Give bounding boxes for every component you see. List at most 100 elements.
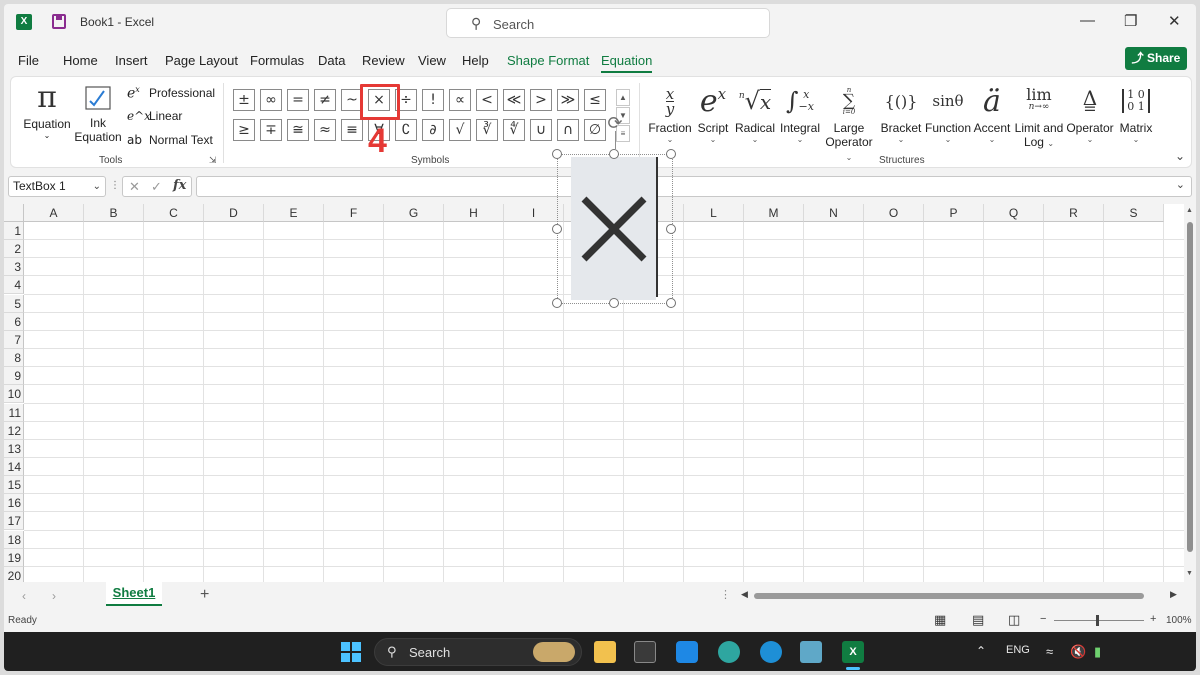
row-header[interactable]: 17 [4,512,24,531]
rotate-handle-icon[interactable]: ⟳ [605,113,625,133]
tab-view[interactable]: View [418,53,446,68]
add-sheet-icon[interactable]: + [200,586,209,604]
symbol-button[interactable]: = [287,89,309,111]
equation-button[interactable]: π Equation ⌄ [19,83,75,141]
column-header[interactable]: S [1104,204,1164,222]
search-box[interactable]: ⚲ Search [446,8,770,38]
column-header[interactable]: R [1044,204,1104,222]
prev-sheet-icon[interactable]: ‹ [22,589,26,603]
row-header[interactable]: 1 [4,222,24,240]
symbol-button[interactable]: ∪ [530,119,552,141]
tab-review[interactable]: Review [362,53,405,68]
page-break-view-icon[interactable]: ◫ [1008,612,1020,628]
next-sheet-icon[interactable]: › [52,589,56,603]
script-button[interactable]: ex Script ⌄ [693,81,733,145]
edge-icon[interactable] [718,641,740,663]
scroll-left-icon[interactable]: ◀ [741,589,748,600]
zoom-level[interactable]: 100% [1166,615,1192,626]
tab-data[interactable]: Data [318,53,345,68]
row-header[interactable]: 8 [4,349,24,368]
row-header[interactable]: 15 [4,476,24,495]
bracket-button[interactable]: {()} Bracket ⌄ [877,81,925,145]
symbol-button[interactable]: < [476,89,498,111]
language-indicator[interactable]: ENG [1006,644,1030,656]
splitter-icon[interactable]: ⋮ [720,588,731,601]
row-header[interactable]: 16 [4,494,24,513]
save-icon[interactable] [52,14,66,29]
maximize-icon[interactable]: ❐ [1124,12,1137,30]
row-header[interactable]: 19 [4,548,24,567]
row-header[interactable]: 12 [4,421,24,440]
scroll-right-icon[interactable]: ▶ [1170,589,1177,600]
symbol-button[interactable]: ∝ [449,89,471,111]
column-header[interactable]: H [444,204,504,222]
limit-and-log-button[interactable]: lim n→∞ Limit and Log ⌄ [1013,81,1065,150]
symbol-button[interactable]: ± [233,89,255,111]
zoom-slider-thumb[interactable] [1096,615,1099,626]
cancel-icon[interactable]: ✕ [129,179,140,195]
symbol-button[interactable]: ∁ [395,119,417,141]
row-header[interactable]: 4 [4,276,24,295]
share-button[interactable]: ⤴ Share [1125,47,1187,70]
expand-formula-icon[interactable]: ⌄ [1176,178,1185,191]
row-header[interactable]: 5 [4,294,24,313]
tab-insert[interactable]: Insert [115,53,148,68]
column-header[interactable]: E [264,204,324,222]
tab-equation[interactable]: Equation [601,53,653,73]
row-header[interactable]: 6 [4,312,24,331]
horizontal-scroll-thumb[interactable] [754,593,1144,599]
row-header[interactable]: 11 [4,403,24,422]
symbol-button[interactable]: ! [422,89,444,111]
terminal-icon[interactable] [634,641,656,663]
tab-page-layout[interactable]: Page Layout [165,53,238,68]
fraction-button[interactable]: xy Fraction ⌄ [647,81,693,144]
row-header[interactable]: 10 [4,385,24,404]
equation-textbox[interactable]: ⟳ [552,113,676,308]
radical-button[interactable]: n √ x Radical ⌄ [733,81,777,144]
operator-button[interactable]: Δ = Operator ⌄ [1065,81,1115,144]
function-button[interactable]: sinθ Function ⌄ [923,81,973,144]
symbol-button[interactable]: √ [449,119,471,141]
vertical-scroll-thumb[interactable] [1187,222,1193,552]
tab-home[interactable]: Home [63,53,98,68]
close-icon[interactable]: ✕ [1168,12,1181,30]
symbol-button[interactable]: ≪ [503,89,525,111]
symbol-button[interactable]: ≫ [557,89,579,111]
row-header[interactable]: 2 [4,240,24,259]
symbol-button[interactable]: ∅ [584,119,606,141]
sheet-tab-sheet1[interactable]: Sheet1 [106,582,162,606]
dialog-launcher-icon[interactable]: ⇲ [209,155,217,166]
symbol-button[interactable]: ≤ [584,89,606,111]
ink-equation-button[interactable]: Ink Equation [73,85,123,144]
scroll-up-icon[interactable]: ▲ [1186,207,1193,214]
column-header[interactable]: C [144,204,204,222]
symbol-button[interactable]: ≅ [287,119,309,141]
minimize-icon[interactable]: — [1080,12,1095,29]
scroll-down-icon[interactable]: ▼ [1186,570,1193,577]
column-header[interactable]: G [384,204,444,222]
gallery-up-icon[interactable]: ▲ [616,89,630,106]
resize-handle[interactable] [552,224,562,234]
resize-handle[interactable] [609,149,619,159]
symbol-button[interactable]: ≥ [233,119,255,141]
symbol-button[interactable]: ∓ [260,119,282,141]
symbol-button[interactable]: ∛ [476,119,498,141]
zoom-in-icon[interactable]: + [1150,613,1156,625]
resize-handle[interactable] [666,149,676,159]
normal-view-icon[interactable]: ▦ [934,612,946,628]
symbol-button[interactable]: ∜ [503,119,525,141]
column-header[interactable]: L [684,204,744,222]
battery-icon[interactable]: ▮ [1094,644,1101,660]
column-header[interactable]: A [24,204,84,222]
column-header[interactable]: B [84,204,144,222]
symbol-button[interactable]: > [530,89,552,111]
file-explorer-icon[interactable] [594,641,616,663]
symbol-button[interactable]: ∩ [557,119,579,141]
tab-file[interactable]: File [18,53,39,68]
resize-handle[interactable] [666,224,676,234]
normal-text-button[interactable]: ab Normal Text [127,133,213,147]
fx-icon[interactable]: fx [173,178,186,193]
resize-handle[interactable] [666,298,676,308]
column-header[interactable]: Q [984,204,1044,222]
taskbar-search[interactable]: ⚲ Search [374,638,582,666]
